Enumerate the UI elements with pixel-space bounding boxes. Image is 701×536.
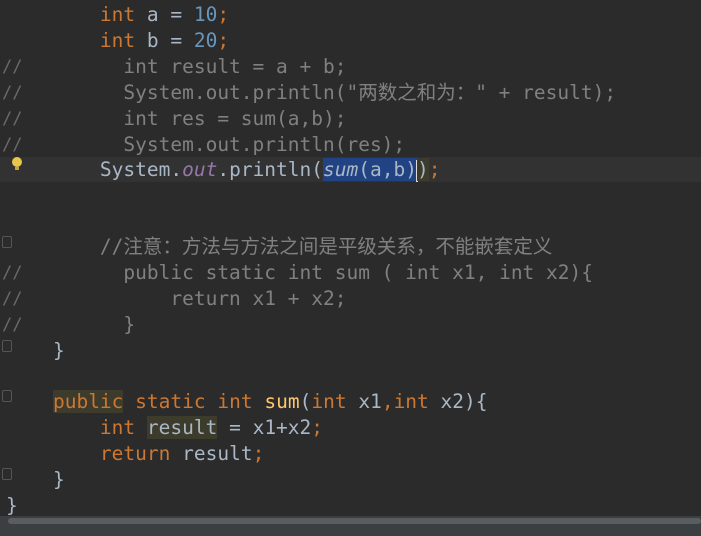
code-line[interactable]: } [6,338,65,364]
code-line[interactable]: int res = sum(a,b); [6,106,346,132]
code-line[interactable]: int result = x1+x2; [6,415,323,441]
code-line[interactable]: //注意：方法与方法之间是平级关系，不能嵌套定义 [6,234,553,260]
code-line[interactable]: public static int sum(int x1,int x2){ [6,389,488,415]
code-line[interactable]: } [6,467,65,493]
code-line[interactable]: System.out.println("两数之和为：" + result); [6,80,616,106]
code-line[interactable]: System.out.println(sum(a,b)); [6,157,440,183]
code-line[interactable]: int a = 10; [6,2,229,28]
code-editor[interactable]: // // // // // // // int a = 10; int b =… [0,0,701,517]
code-line[interactable]: System.out.println(res); [6,132,405,158]
code-line[interactable]: int b = 20; [6,28,229,54]
code-line[interactable]: public static int sum ( int x1, int x2){ [6,260,593,286]
scrollbar-thumb[interactable] [8,518,701,524]
code-line[interactable]: return x1 + x2; [6,286,346,312]
code-line[interactable]: int result = a + b; [6,54,346,80]
code-line[interactable]: return result; [6,441,264,467]
code-line[interactable]: } [6,312,135,338]
status-bar [0,526,701,536]
